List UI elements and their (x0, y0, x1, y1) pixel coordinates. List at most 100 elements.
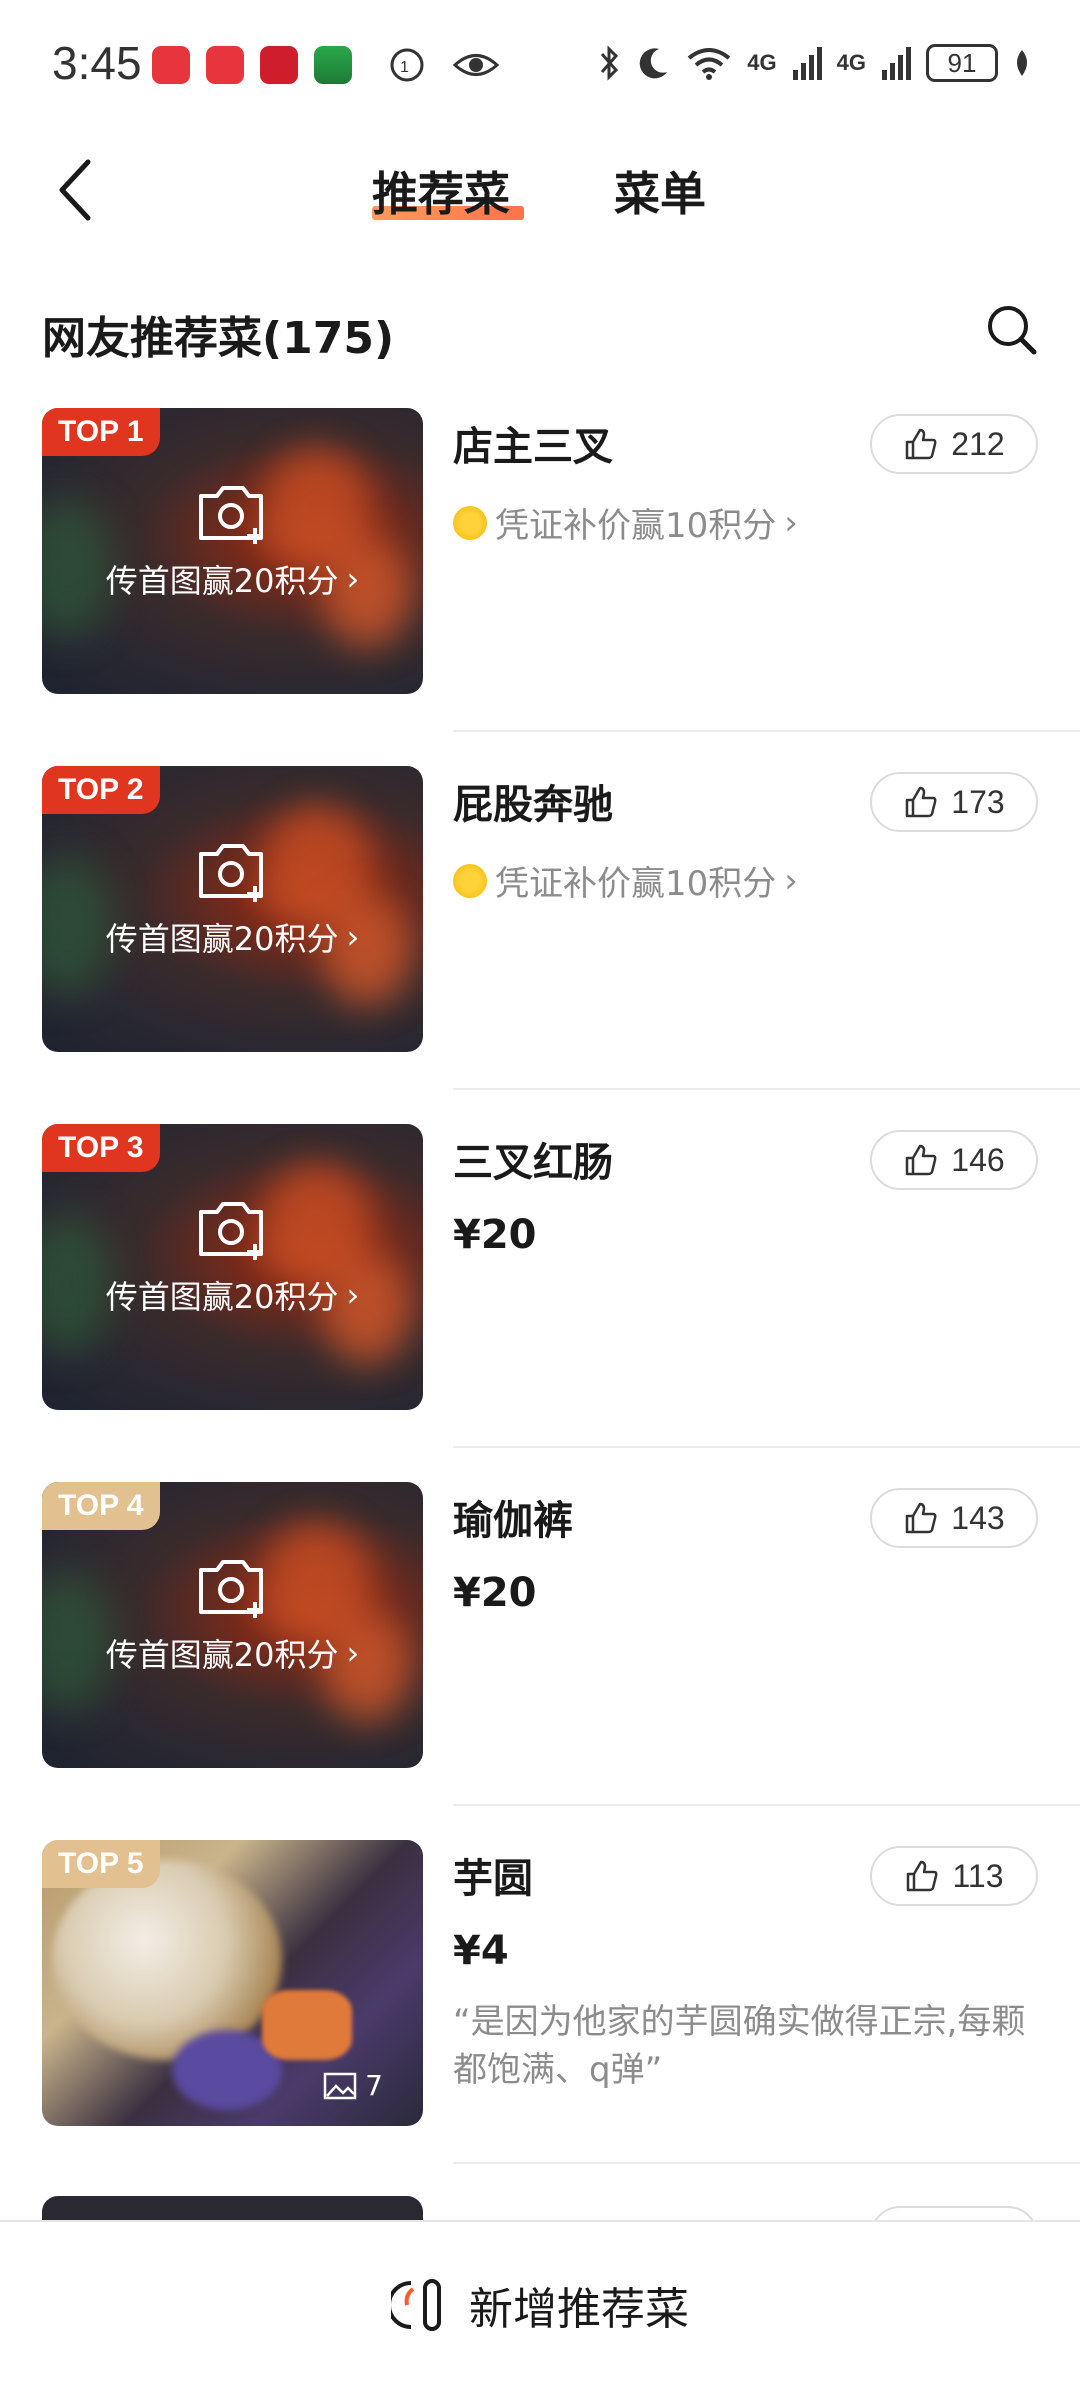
list-item[interactable]: TOP 3 传首图赢20积分 › 三叉红肠 ¥20 146 (42, 1124, 1080, 1482)
like-count: 143 (951, 1499, 1005, 1536)
photo-count: 7 (323, 2069, 383, 2102)
photo-count-value: 7 (365, 2069, 383, 2102)
rank-badge: TOP 1 (42, 408, 160, 456)
upload-photo-hint[interactable]: 传首图赢20积分 › (42, 1554, 423, 1676)
credit-link[interactable]: 凭证补价赢10积分 › (453, 856, 798, 905)
credit-link[interactable]: 凭证补价赢10积分 › (453, 498, 798, 547)
tab-recommended-dishes[interactable]: 推荐菜 (372, 158, 510, 224)
back-arrow-icon (59, 159, 91, 221)
status-time: 3:45 (52, 37, 142, 89)
chevron-right-icon: › (346, 1634, 360, 1672)
tab-menu[interactable]: 菜单 (614, 158, 706, 224)
like-count: 146 (951, 1141, 1005, 1178)
dish-name: 芋圆 (453, 1856, 533, 1902)
rank-badge: TOP 5 (42, 1840, 160, 1888)
tab-recommended-label: 推荐菜 (372, 167, 510, 221)
system-icons: 1 (388, 46, 500, 84)
section-title: 网友推荐菜(175) (42, 313, 395, 364)
image-icon (323, 2072, 357, 2099)
thumbs-up-icon (907, 1860, 938, 1892)
search-icon (988, 306, 1037, 355)
like-count: 212 (951, 425, 1005, 462)
dish-image[interactable]: TOP 2 传首图赢20积分 › (42, 766, 423, 1052)
bluetooth-icon (601, 45, 619, 81)
upload-photo-text: 传首图赢20积分 (105, 1636, 339, 1674)
dots-app-icon (260, 46, 298, 84)
rank-badge: TOP 2 (42, 766, 160, 814)
credit-text: 凭证补价赢10积分 (495, 506, 777, 546)
dish-name: 瑜伽裤 (453, 1498, 573, 1544)
chevron-right-icon: › (346, 1276, 360, 1314)
notification-icons (152, 46, 352, 84)
like-button[interactable]: 113 (870, 1846, 1038, 1906)
upload-photo-hint[interactable]: 传首图赢20积分 › (42, 480, 423, 602)
huawei-app-icon (152, 46, 190, 84)
tab-menu-label: 菜单 (614, 167, 706, 221)
divider (453, 1088, 1080, 1090)
dish-name: 屁股奔驰 (453, 782, 613, 828)
list-item[interactable]: TOP 2 传首图赢20积分 › 屁股奔驰 凭证补价赢10积分 › 173 (42, 766, 1080, 1124)
like-button[interactable]: 146 (870, 1130, 1038, 1190)
camera-plus-icon (198, 1202, 263, 1260)
battery-indicator: 91 (926, 44, 998, 82)
upload-photo-text: 传首图赢20积分 (105, 562, 339, 600)
coin-icon (453, 505, 487, 540)
dish-name: 三叉红肠 (453, 1140, 613, 1186)
like-button[interactable]: 173 (870, 772, 1038, 832)
leaf-icon (1017, 50, 1027, 76)
signal-bars-icon (882, 47, 911, 80)
game-app-icon (314, 46, 352, 84)
signal-type-1: 4G (747, 50, 777, 75)
thumbs-up-icon (906, 786, 937, 818)
search-button[interactable] (984, 302, 1040, 358)
thumbs-up-icon (906, 1502, 937, 1534)
like-button[interactable]: 212 (870, 414, 1038, 474)
review-quote: “是因为他家的芋圆确实做得正宗,每颗都饱满、q弹” (453, 2002, 1026, 2090)
list-item[interactable]: TOP 4 传首图赢20积分 › 瑜伽裤 ¥20 143 (42, 1482, 1080, 1840)
signal-bars-icon (792, 47, 822, 80)
hd-call-icon: 1 (390, 48, 424, 82)
dish-price: ¥20 (453, 1570, 537, 1616)
list-item[interactable]: TOP 1 传首图赢20积分 › 店主三叉 凭证补价赢10积分 › 212 (42, 408, 1080, 766)
upload-photo-text: 传首图赢20积分 (105, 1278, 339, 1316)
dish-image[interactable]: TOP 3 传首图赢20积分 › (42, 1124, 423, 1410)
dish-name: 店主三叉 (453, 424, 613, 470)
like-count: 113 (952, 1857, 1004, 1894)
bottom-bar: 新增推荐菜 (0, 2220, 1080, 2388)
dish-photo[interactable]: TOP 5 7 (42, 1840, 423, 2126)
add-dish-label: 新增推荐菜 (469, 2284, 689, 2335)
coin-icon (453, 863, 487, 898)
upload-photo-hint[interactable]: 传首图赢20积分 › (42, 838, 423, 960)
camera-plus-icon (198, 486, 263, 544)
upload-photo-text: 传首图赢20积分 (105, 920, 339, 958)
top-nav: 推荐菜 菜单 (0, 130, 1080, 250)
signal-type-2: 4G (836, 50, 866, 75)
chevron-right-icon: › (784, 860, 798, 901)
chevron-right-icon: › (346, 560, 360, 598)
chevron-right-icon: › (346, 918, 360, 956)
back-button[interactable] (56, 150, 116, 230)
camera-plus-icon (198, 844, 263, 902)
thumbs-up-icon (906, 428, 937, 460)
add-recommended-dish-button[interactable]: 新增推荐菜 (391, 2273, 689, 2337)
divider (453, 2162, 1080, 2164)
like-count: 173 (951, 783, 1005, 820)
chef-utensil-icon (391, 2279, 441, 2331)
status-bar: 3:45 1 4G 4G 91 (0, 0, 1080, 130)
dish-price: ¥20 (453, 1212, 537, 1258)
thumbs-up-icon (906, 1144, 937, 1176)
eye-icon (452, 54, 500, 76)
divider (453, 730, 1080, 732)
huawei-app-icon (206, 46, 244, 84)
svg-text:1: 1 (400, 59, 409, 76)
list-item[interactable]: TOP 5 7 芋圆 ¥4 “是因为他家的芋圆确实做得正宗,每颗都饱满、q弹” … (42, 1840, 1080, 2198)
dish-image[interactable]: TOP 1 传首图赢20积分 › (42, 408, 423, 694)
dish-image[interactable]: TOP 4 传首图赢20积分 › (42, 1482, 423, 1768)
chevron-right-icon: › (784, 502, 798, 543)
credit-text: 凭证补价赢10积分 (495, 864, 777, 904)
rank-badge: TOP 3 (42, 1124, 160, 1172)
divider (453, 1804, 1080, 1806)
rank-badge: TOP 4 (42, 1482, 160, 1530)
upload-photo-hint[interactable]: 传首图赢20积分 › (42, 1196, 423, 1318)
like-button[interactable]: 143 (870, 1488, 1038, 1548)
